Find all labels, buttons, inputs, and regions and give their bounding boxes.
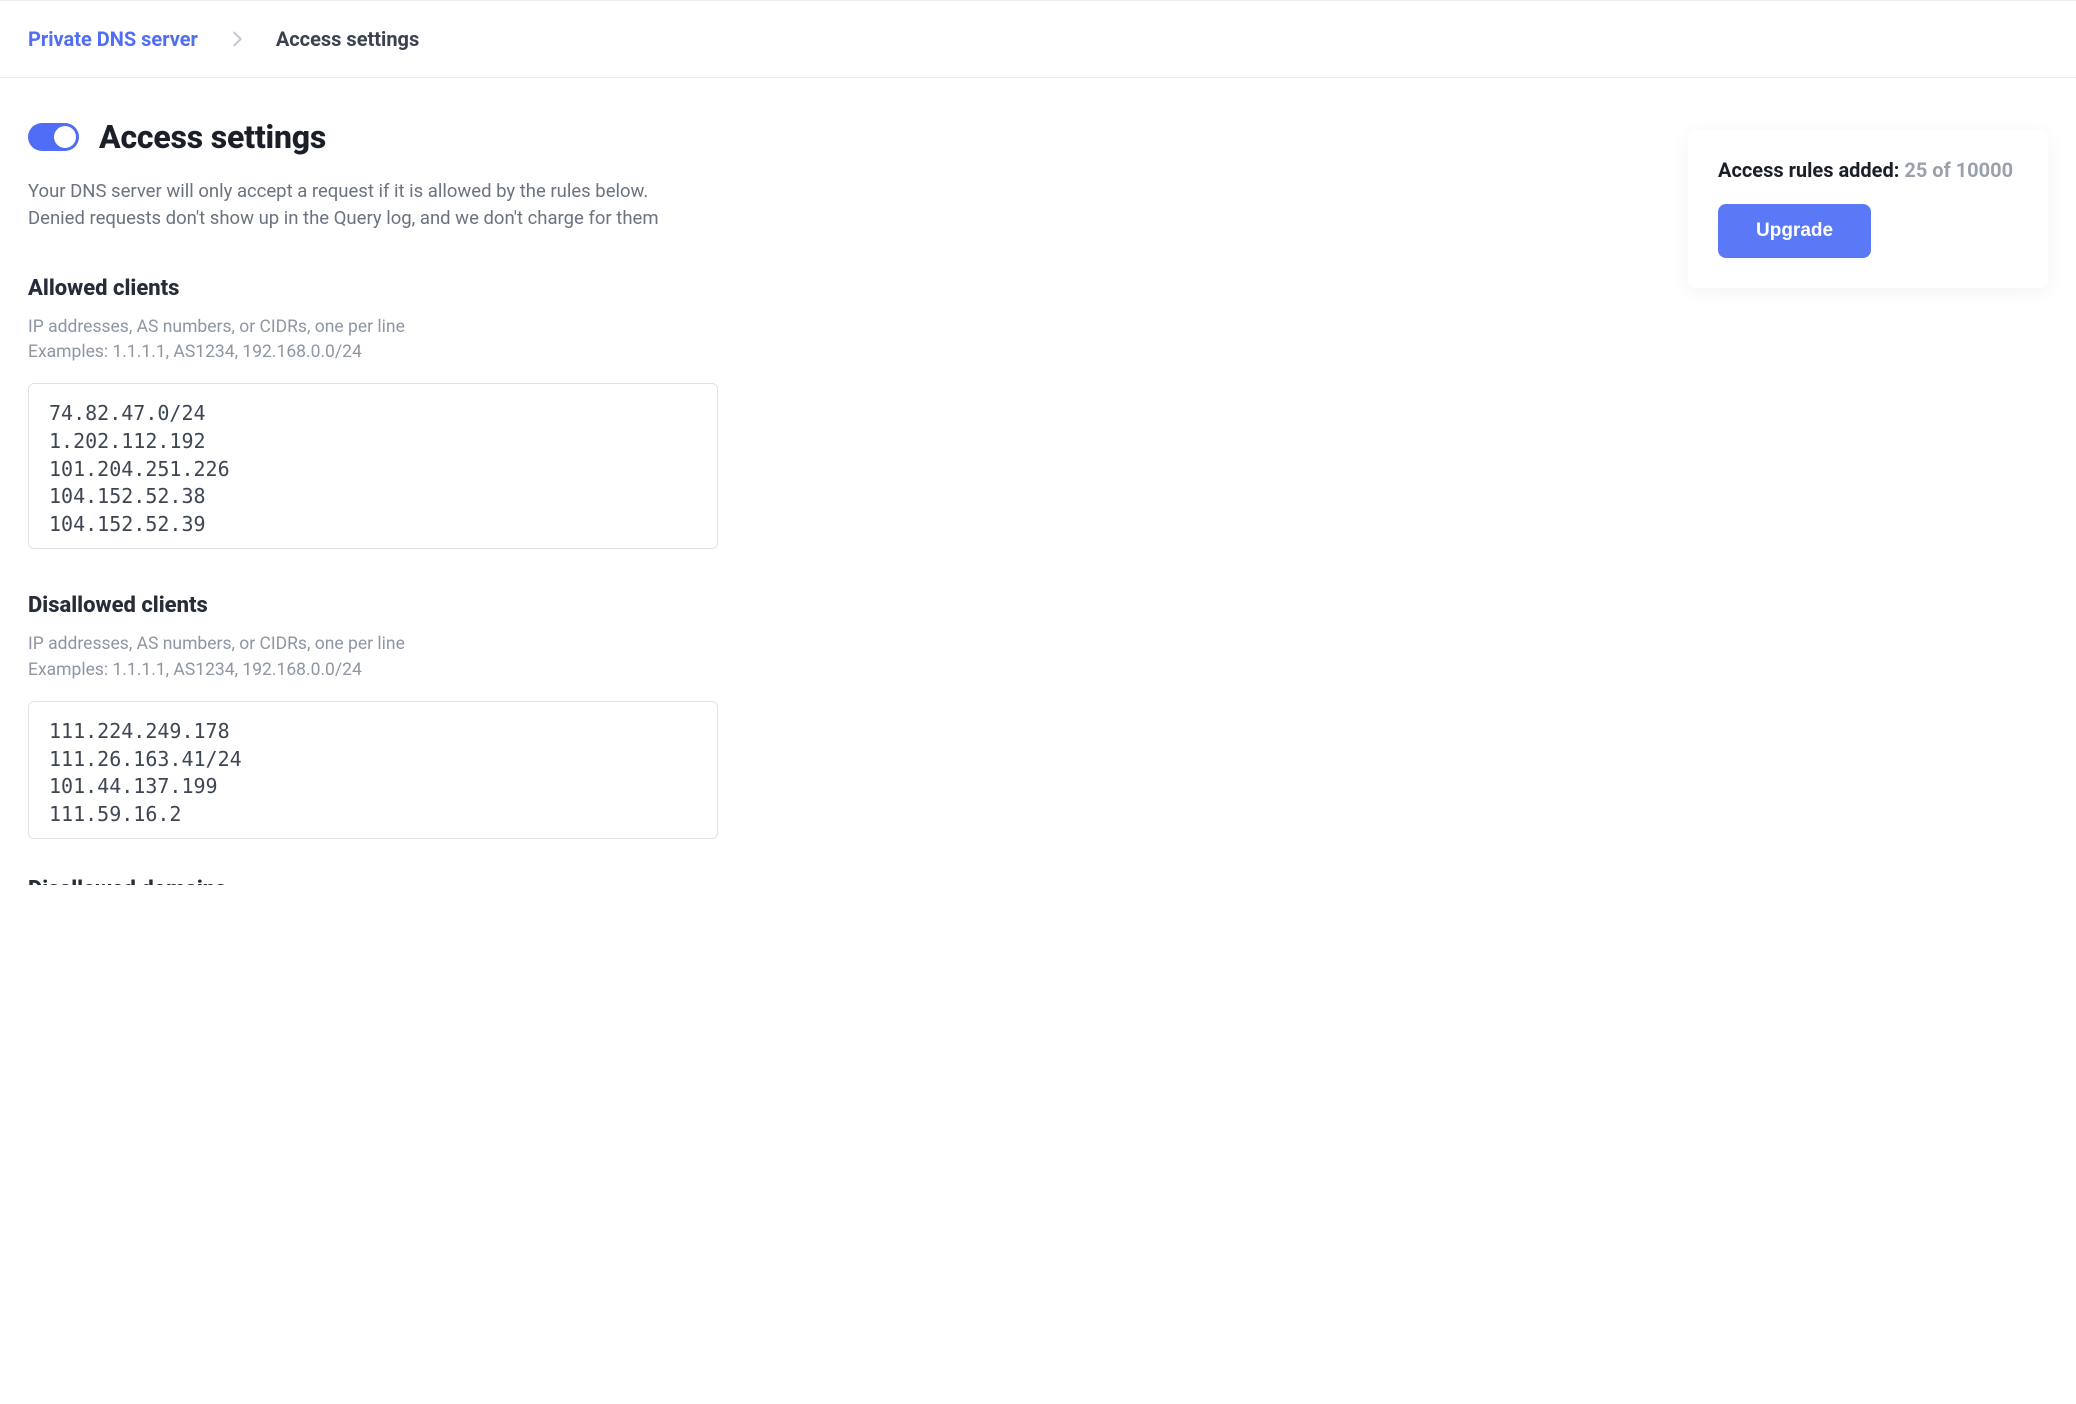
access-rules-card: Access rules added: 25 of 10000 Upgrade <box>1688 130 2048 288</box>
disallowed-clients-help: IP addresses, AS numbers, or CIDRs, one … <box>28 632 718 683</box>
page-description: Your DNS server will only accept a reque… <box>28 178 718 232</box>
allowed-clients-title: Allowed clients <box>28 276 718 301</box>
chevron-right-icon <box>226 28 248 50</box>
breadcrumb: Private DNS server Access settings <box>0 0 2076 78</box>
disallowed-domains-title: Disallowed domains <box>28 877 718 885</box>
breadcrumb-current: Access settings <box>276 27 419 51</box>
disallowed-clients-title: Disallowed clients <box>28 593 718 618</box>
toggle-knob <box>54 126 76 148</box>
allowed-clients-input[interactable]: 74.82.47.0/24 1.202.112.192 101.204.251.… <box>28 383 718 549</box>
access-rules-label: Access rules added: <box>1718 158 1904 182</box>
page-title: Access settings <box>99 118 326 156</box>
disallowed-clients-input[interactable]: 111.224.249.178 111.26.163.41/24 101.44.… <box>28 701 718 839</box>
allowed-clients-help: IP addresses, AS numbers, or CIDRs, one … <box>28 315 718 366</box>
access-rules-value: 25 of 10000 <box>1904 158 2013 182</box>
upgrade-button[interactable]: Upgrade <box>1718 204 1871 258</box>
access-settings-toggle[interactable] <box>28 123 79 151</box>
breadcrumb-root-link[interactable]: Private DNS server <box>28 27 198 51</box>
